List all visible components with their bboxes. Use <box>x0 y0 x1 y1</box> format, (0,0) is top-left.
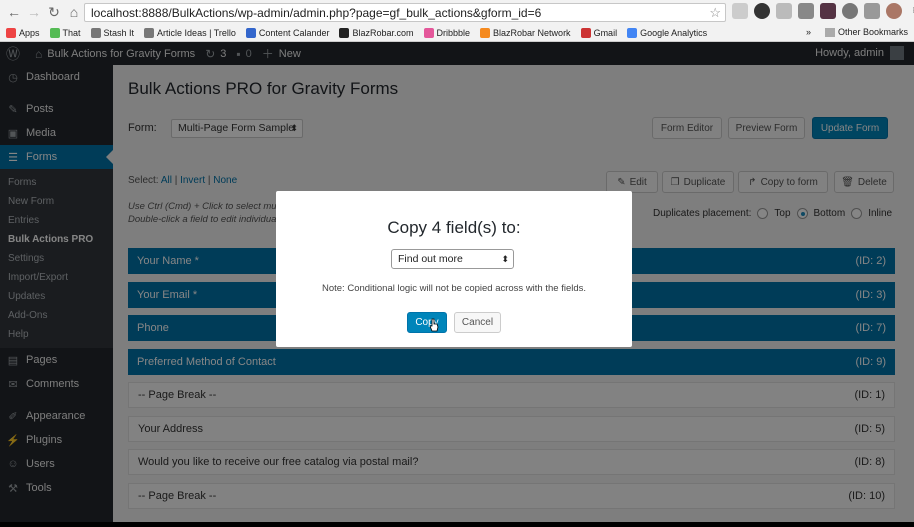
extension-icon[interactable] <box>798 3 814 19</box>
bookmark-favicon-icon <box>580 28 591 38</box>
dialog-title: Copy 4 field(s) to: <box>387 218 521 237</box>
bookmark-item[interactable]: Stash It <box>90 28 135 38</box>
bookmark-label: Dribbble <box>436 28 471 38</box>
copy-fields-dialog: Copy 4 field(s) to: Find out more ⬍ Note:… <box>276 191 632 347</box>
extension-icon[interactable] <box>864 3 880 19</box>
bookmark-favicon-icon <box>423 28 434 38</box>
cancel-button[interactable]: Cancel <box>454 312 501 333</box>
bookmark-favicon-icon <box>245 28 256 38</box>
bookmark-favicon-icon <box>144 28 155 38</box>
bookmark-label: That <box>62 28 81 38</box>
address-text: localhost:8888/BulkActions/wp-admin/admi… <box>91 5 542 20</box>
bookmark-label: Article Ideas | Trello <box>157 28 236 38</box>
screen-edge <box>0 522 914 527</box>
toolbar-row: ← → ↻ ⌂ localhost:8888/BulkActions/wp-ad… <box>0 0 914 24</box>
target-form-select[interactable]: Find out more ⬍ <box>391 249 514 269</box>
back-icon[interactable]: ← <box>4 2 24 22</box>
bookmark-favicon-icon <box>627 28 638 38</box>
extension-icon[interactable] <box>732 3 748 19</box>
hand-cursor-icon <box>429 318 439 332</box>
other-bookmarks-label: Other Bookmarks <box>837 27 908 37</box>
extension-icon[interactable] <box>754 3 770 19</box>
conditional-logic-note: Note: Conditional logic will not be copi… <box>321 283 587 294</box>
bookmark-item[interactable]: That <box>49 28 81 38</box>
bookmark-item[interactable]: BlazRobar Network <box>480 28 571 38</box>
bookmark-favicon-icon <box>480 28 491 38</box>
forward-icon[interactable]: → <box>24 2 44 22</box>
menu-icon[interactable]: ≡ <box>908 3 914 19</box>
bookmark-favicon-icon <box>49 28 60 38</box>
home-icon[interactable]: ⌂ <box>64 2 84 22</box>
bookmark-favicon-icon <box>90 28 101 38</box>
extension-icons: ≡ <box>732 3 914 19</box>
bookmark-label: Gmail <box>593 28 618 38</box>
bookmark-label: Stash It <box>103 28 135 38</box>
profile-icon[interactable] <box>886 3 902 19</box>
bookmark-label: BlazRobar Network <box>493 28 571 38</box>
extension-icon[interactable] <box>842 3 858 19</box>
bookmark-label: BlazRobar.com <box>352 28 414 38</box>
bookmark-item[interactable]: Google Analytics <box>627 28 707 38</box>
bookmarks-bar: Apps That Stash It Article Ideas | Trello Co… <box>0 24 914 42</box>
bookmark-item[interactable]: Gmail <box>580 28 618 38</box>
bookmark-item[interactable]: Apps <box>6 28 40 38</box>
bookmark-label: Google Analytics <box>640 28 708 38</box>
extension-icon[interactable] <box>820 3 836 19</box>
target-form-value: Find out more <box>398 253 463 265</box>
bookmark-item[interactable]: Article Ideas | Trello <box>144 28 236 38</box>
bookmark-item[interactable]: Content Calander <box>245 28 330 38</box>
cast-icon[interactable] <box>776 3 792 19</box>
folder-icon <box>824 27 835 37</box>
bookmark-favicon-icon <box>339 28 350 38</box>
copy-button[interactable]: Copy <box>407 312 447 333</box>
overflow-icon[interactable]: » <box>806 27 811 37</box>
other-bookmarks[interactable]: » Other Bookmarks <box>806 27 908 37</box>
bookmark-label: Apps <box>19 28 40 38</box>
bookmark-favicon-icon <box>6 28 16 38</box>
reload-icon[interactable]: ↻ <box>44 2 64 22</box>
bookmark-item[interactable]: Dribbble <box>423 28 471 38</box>
bookmark-label: Content Calander <box>258 28 330 38</box>
browser-chrome: ← → ↻ ⌂ localhost:8888/BulkActions/wp-ad… <box>0 0 914 42</box>
bookmark-star-icon[interactable]: ☆ <box>709 5 721 21</box>
address-bar[interactable]: localhost:8888/BulkActions/wp-admin/admi… <box>84 3 726 22</box>
select-arrows-icon: ⬍ <box>501 254 509 264</box>
bookmark-item[interactable]: BlazRobar.com <box>339 28 414 38</box>
